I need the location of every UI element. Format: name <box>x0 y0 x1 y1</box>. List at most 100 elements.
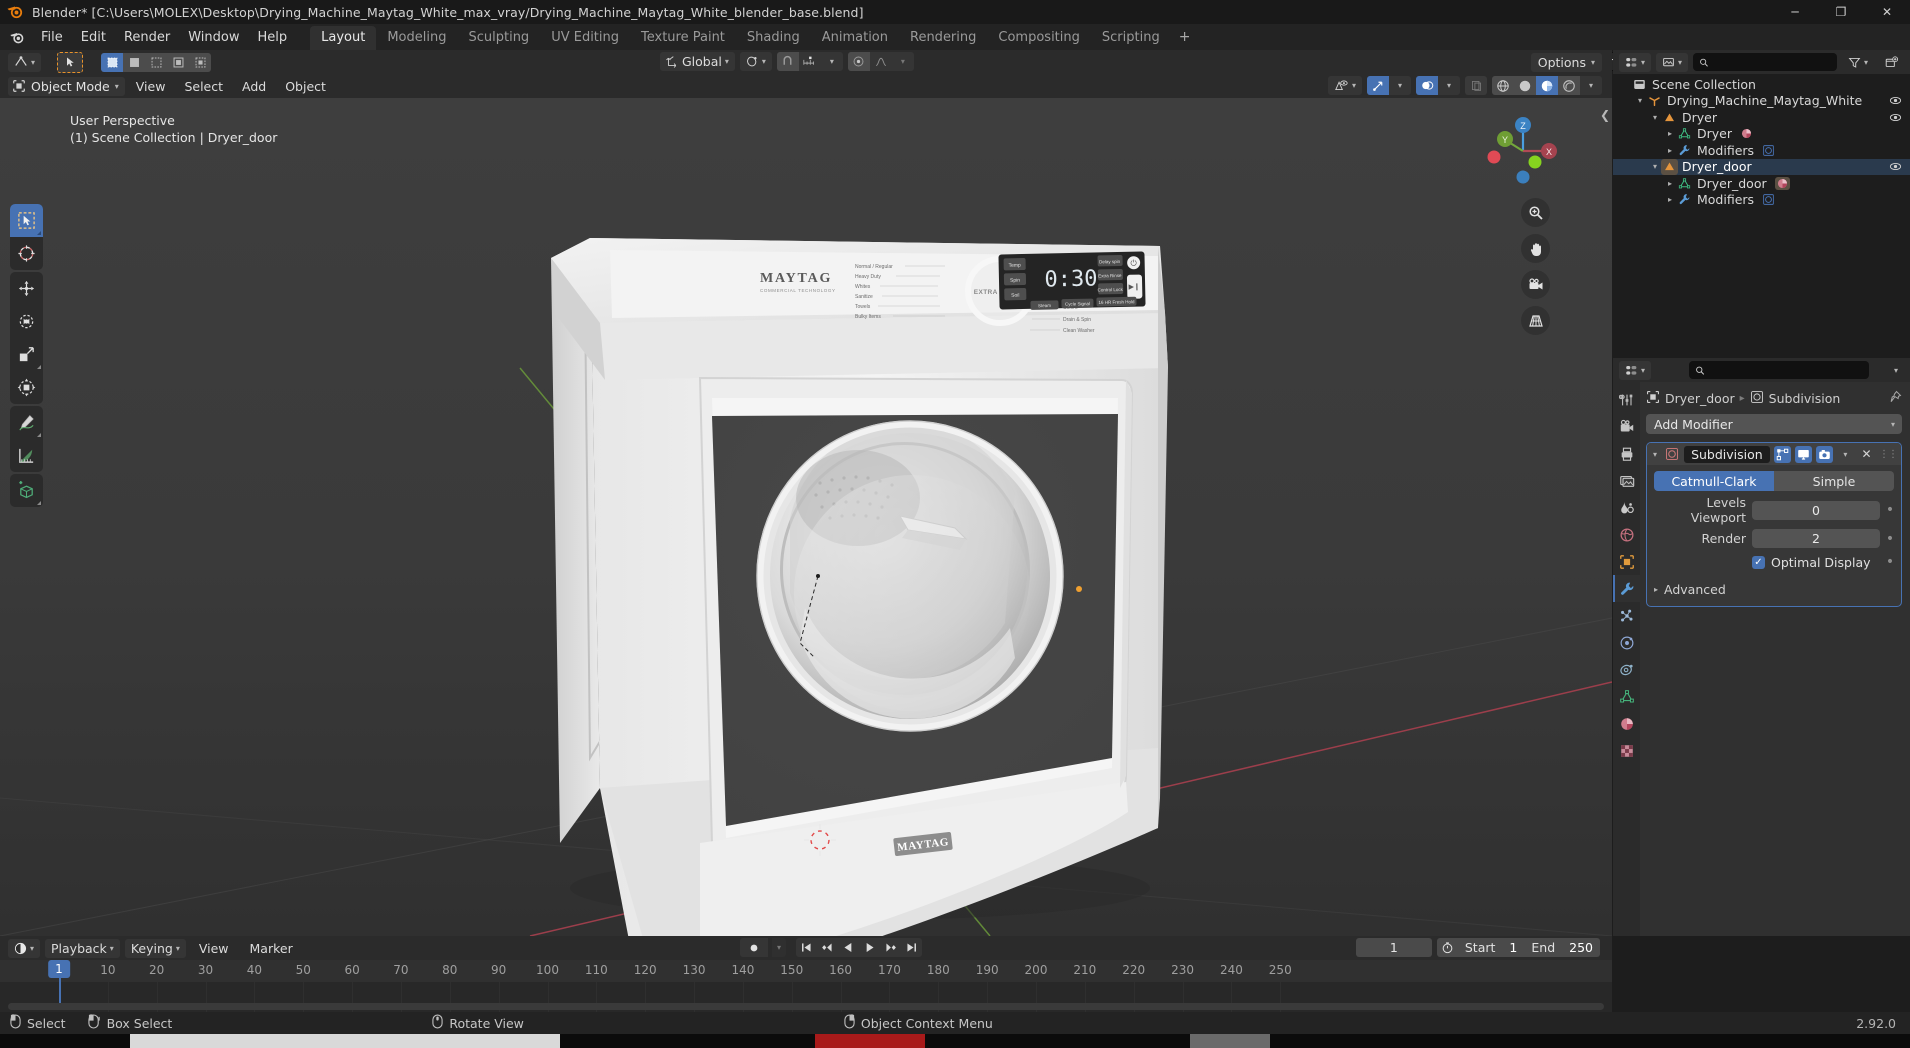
viewport-3d[interactable]: MAYTAG COMMERCIAL TECHNOLOGY Normal / Re… <box>0 98 1612 936</box>
pan-hand-icon[interactable] <box>1521 234 1550 263</box>
scale-tool[interactable] <box>10 338 43 371</box>
disclosure-closed-icon[interactable]: ▸ <box>1664 192 1676 208</box>
pivot-point-selector[interactable]: ▾ <box>739 52 772 71</box>
timeline-marker-menu[interactable]: Marker <box>242 939 301 958</box>
tab-texture[interactable] <box>1613 737 1640 764</box>
perspective-grid-icon[interactable] <box>1521 306 1550 335</box>
outliner-row-modifiers[interactable]: ▸ Modifiers <box>1613 192 1910 209</box>
move-tool[interactable] <box>10 272 43 305</box>
outliner-row-drying-machine-maytag-white[interactable]: ▾ Drying_Machine_Maytag_White <box>1613 93 1910 110</box>
modifier-extras-chevron-icon[interactable]: ▾ <box>1837 446 1854 463</box>
use-preview-range-icon[interactable] <box>1437 941 1458 954</box>
tool-tweak-indicator[interactable] <box>57 51 84 73</box>
transform-tool[interactable] <box>10 371 43 404</box>
material-icon-sel[interactable] <box>1774 176 1790 190</box>
snap-increment-icon[interactable] <box>799 52 821 71</box>
visibility-selector[interactable]: ▾ <box>1327 76 1362 95</box>
subdivision-type-catmull-clark[interactable]: Catmull-Clark <box>1654 471 1774 491</box>
workspace-tab-rendering[interactable]: Rendering <box>899 26 987 50</box>
menu-window[interactable]: Window <box>179 27 248 48</box>
select-intersect-icon[interactable] <box>189 52 212 72</box>
auto-keying-toggle[interactable] <box>740 938 768 957</box>
outliner-editor-type-button[interactable]: ▾ <box>1619 52 1652 72</box>
play-icon[interactable] <box>859 938 880 957</box>
breadcrumb-object[interactable]: Dryer_door <box>1665 391 1735 406</box>
select-set-icon[interactable] <box>101 52 124 72</box>
expand-triangle-icon[interactable]: ▾ <box>1651 450 1659 459</box>
workspace-tab-animation[interactable]: Animation <box>811 26 899 50</box>
next-keyframe-icon[interactable] <box>880 938 901 957</box>
falloff-curve-icon[interactable] <box>870 52 892 71</box>
viewport-menu-select[interactable]: Select <box>176 77 231 96</box>
rotate-tool[interactable] <box>10 305 43 338</box>
disclosure-open-icon[interactable]: ▾ <box>1634 93 1646 109</box>
current-frame-field[interactable]: 1 <box>1355 938 1432 957</box>
outliner-row-dryer[interactable]: ▾ Dryer <box>1613 109 1910 126</box>
jump-start-icon[interactable] <box>796 938 817 957</box>
cursor-tool[interactable] <box>10 237 43 270</box>
properties-search-input[interactable] <box>1710 363 1864 377</box>
shading-chevron-icon[interactable]: ▾ <box>1580 76 1602 95</box>
realtime-display-icon[interactable] <box>1794 445 1812 463</box>
tab-object[interactable] <box>1613 548 1640 575</box>
edit-mode-display-icon[interactable] <box>1773 445 1791 463</box>
disclosure-open-icon[interactable]: ▾ <box>1649 109 1661 125</box>
subdivision-icon[interactable] <box>1762 193 1775 206</box>
subdivision-type-simple[interactable]: Simple <box>1774 471 1894 491</box>
tab-scene[interactable] <box>1613 494 1640 521</box>
transform-orientation-selector[interactable]: Global ▾ <box>660 52 735 71</box>
select-subtract-icon[interactable] <box>145 52 168 72</box>
zoom-icon[interactable] <box>1521 198 1550 227</box>
select-extend-icon[interactable] <box>123 52 146 72</box>
workspace-tab-sculpting[interactable]: Sculpting <box>457 26 540 50</box>
viewport-menu-object[interactable]: Object <box>277 77 334 96</box>
tab-modifiers[interactable] <box>1613 575 1640 602</box>
menu-file[interactable]: File <box>32 27 72 48</box>
disclosure-closed-icon[interactable]: ▸ <box>1664 142 1676 158</box>
material-icon[interactable] <box>1740 127 1753 140</box>
outliner-search-input[interactable] <box>1713 55 1831 69</box>
timeline-playback-menu[interactable]: Playback ▾ <box>45 938 120 958</box>
tab-physics[interactable] <box>1613 629 1640 656</box>
visibility-eye-icon[interactable] <box>1888 94 1902 108</box>
material-preview-shading-icon[interactable] <box>1536 76 1558 95</box>
add-modifier-button[interactable]: Add Modifier ▾ <box>1646 414 1902 434</box>
breadcrumb-modifier[interactable]: Subdivision <box>1769 391 1841 406</box>
maximize-button[interactable]: ❐ <box>1818 0 1864 24</box>
workspace-tab-uv-editing[interactable]: UV Editing <box>540 26 630 50</box>
menu-edit[interactable]: Edit <box>72 27 115 48</box>
visibility-eye-icon[interactable] <box>1888 160 1902 174</box>
camera-icon[interactable] <box>1521 270 1550 299</box>
annotate-tool[interactable] <box>10 406 43 439</box>
tab-constraints[interactable] <box>1613 656 1640 683</box>
workspace-tab-compositing[interactable]: Compositing <box>987 26 1091 50</box>
properties-search-box[interactable] <box>1689 361 1870 379</box>
tab-world[interactable] <box>1613 521 1640 548</box>
jump-end-icon[interactable] <box>901 938 922 957</box>
rendered-shading-icon[interactable] <box>1558 76 1580 95</box>
timeline-view-menu[interactable]: View <box>191 939 237 958</box>
solid-shading-icon[interactable] <box>1514 76 1536 95</box>
outliner-filter-button[interactable]: ▾ <box>1842 53 1874 72</box>
subdivision-icon[interactable] <box>1762 144 1775 157</box>
outliner-row-scene-collection[interactable]: Scene Collection <box>1613 76 1910 93</box>
editor-type-button[interactable]: ▾ <box>8 52 42 72</box>
auto-keying-chevron-icon[interactable]: ▾ <box>772 938 786 957</box>
overlays-chevron-icon[interactable]: ▾ <box>1438 76 1460 95</box>
levels-viewport-value[interactable]: 0 <box>1752 500 1880 520</box>
taskbar-window-1[interactable] <box>130 1034 560 1048</box>
tab-particles[interactable] <box>1613 602 1640 629</box>
taskbar-window-2[interactable] <box>1190 1034 1270 1048</box>
modifier-name-field[interactable]: Subdivision <box>1684 445 1770 463</box>
tab-output[interactable] <box>1613 440 1640 467</box>
blender-menu-icon[interactable] <box>6 27 28 47</box>
measure-tool[interactable] <box>10 439 43 472</box>
animate-property-dot-icon[interactable]: • <box>1886 502 1894 518</box>
outliner-search-box[interactable] <box>1693 53 1837 71</box>
object-mode-selector[interactable]: Object Mode ▾ <box>8 76 125 96</box>
timeline-keying-menu[interactable]: Keying ▾ <box>124 938 186 958</box>
snap-chevron-icon[interactable]: ▾ <box>821 52 843 71</box>
outliner-row-dryer[interactable]: ▸ Dryer <box>1613 126 1910 143</box>
disclosure-closed-icon[interactable]: ▸ <box>1664 126 1676 142</box>
disclosure-closed-icon[interactable]: ▸ <box>1664 175 1676 191</box>
